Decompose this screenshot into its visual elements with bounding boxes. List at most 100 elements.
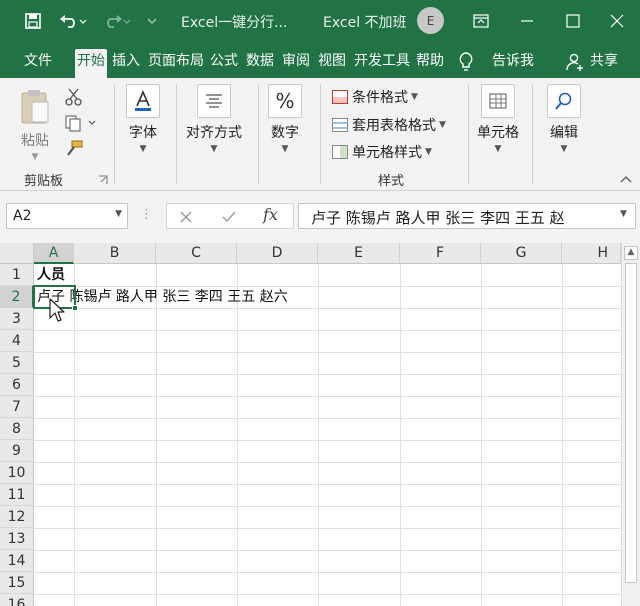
maximize-icon[interactable] <box>558 8 588 34</box>
scroll-thumb[interactable] <box>625 263 637 583</box>
clipboard-icon <box>21 90 49 124</box>
gridline <box>237 264 238 606</box>
scroll-up-icon[interactable]: ▲ <box>624 246 638 260</box>
format-painter-icon[interactable] <box>64 140 84 162</box>
mouse-pointer-icon <box>49 298 65 322</box>
column-header-e[interactable]: E <box>318 243 400 264</box>
group-separator <box>258 84 259 184</box>
minimize-icon[interactable] <box>512 8 542 34</box>
format-as-table-button[interactable]: 套用表格格式 ▼ <box>332 115 446 135</box>
cells-button[interactable]: 单元格 ▼ <box>477 84 519 154</box>
gridline <box>562 264 563 606</box>
row-header-5[interactable]: 5 <box>0 352 34 374</box>
row-header-7[interactable]: 7 <box>0 396 34 418</box>
select-all-corner[interactable] <box>0 243 34 264</box>
save-icon[interactable] <box>22 9 44 33</box>
cell-styles-icon <box>332 145 348 159</box>
row-header-6[interactable]: 6 <box>0 374 34 396</box>
ribbon-display-icon[interactable] <box>466 8 496 34</box>
copy-icon[interactable] <box>64 114 96 136</box>
gridline <box>481 264 482 606</box>
formula-input[interactable]: 卢子 陈锡卢 路人甲 张三 李四 王五 赵 <box>298 203 636 229</box>
enter-icon[interactable] <box>221 210 237 224</box>
row-header-1[interactable]: 1 <box>0 264 34 286</box>
column-header-f[interactable]: F <box>400 243 481 264</box>
collapse-ribbon-icon[interactable] <box>620 174 632 189</box>
tab-help[interactable]: 帮助 <box>413 50 447 78</box>
font-label: 字体 <box>129 125 157 141</box>
tab-page-layout[interactable]: 页面布局 <box>145 50 207 78</box>
row-header-12[interactable]: 12 <box>0 506 34 528</box>
tab-formulas[interactable]: 公式 <box>208 50 240 78</box>
tab-home[interactable]: 开始 <box>75 49 107 78</box>
cell-styles-button[interactable]: 单元格样式 ▼ <box>332 142 432 162</box>
lightbulb-icon[interactable] <box>459 52 473 76</box>
search-icon <box>547 84 581 118</box>
row-header-10[interactable]: 10 <box>0 462 34 484</box>
close-icon[interactable] <box>602 8 632 34</box>
tab-file[interactable]: 文件 <box>18 50 58 78</box>
tab-developer[interactable]: 开发工具 <box>351 50 413 78</box>
gridline <box>34 528 621 529</box>
align-lines-icon <box>197 84 231 118</box>
row-header-9[interactable]: 9 <box>0 440 34 462</box>
tab-view[interactable]: 视图 <box>316 50 348 78</box>
editing-label: 编辑 <box>550 125 578 141</box>
gridline <box>34 352 621 353</box>
tab-review[interactable]: 审阅 <box>280 50 312 78</box>
share-person-icon[interactable] <box>566 53 584 75</box>
row-header-14[interactable]: 14 <box>0 550 34 572</box>
row-header-8[interactable]: 8 <box>0 418 34 440</box>
column-header-g[interactable]: G <box>481 243 562 264</box>
column-header-a[interactable]: A <box>34 243 74 264</box>
styles-group-label: 样式 <box>378 174 405 189</box>
tell-me-search[interactable]: 告诉我 <box>488 50 538 78</box>
group-separator <box>532 84 533 184</box>
name-box-value: A2 <box>13 208 32 224</box>
tab-data[interactable]: 数据 <box>244 50 276 78</box>
undo-icon[interactable] <box>56 9 90 33</box>
editing-button[interactable]: 编辑 ▼ <box>547 84 581 154</box>
gridline <box>34 572 621 573</box>
row-header-16[interactable]: 16 <box>0 594 34 606</box>
row-header-15[interactable]: 15 <box>0 572 34 594</box>
row-header-2[interactable]: 2 <box>0 286 34 308</box>
column-header-c[interactable]: C <box>156 243 237 264</box>
formula-bar: A2 ▼ ⋮ fx 卢子 陈锡卢 路人甲 张三 李四 王五 赵 ▼ <box>0 191 640 243</box>
avatar[interactable]: E <box>417 7 444 34</box>
clipboard-group-label: 剪贴板 <box>24 174 64 189</box>
name-box[interactable]: A2 ▼ <box>6 203 128 229</box>
dialog-launcher-icon[interactable] <box>98 174 108 189</box>
column-header-d[interactable]: D <box>237 243 318 264</box>
chevron-down-icon[interactable]: ▼ <box>115 209 122 219</box>
chevron-down-icon: ▼ <box>425 147 432 157</box>
row-header-13[interactable]: 13 <box>0 528 34 550</box>
expand-formula-icon[interactable]: ▼ <box>620 209 627 219</box>
row-header-4[interactable]: 4 <box>0 330 34 352</box>
fill-handle[interactable] <box>72 305 78 311</box>
group-separator <box>176 84 177 184</box>
column-header-b[interactable]: B <box>74 243 156 264</box>
cancel-icon[interactable] <box>179 210 193 224</box>
vertical-scrollbar[interactable]: ▲ <box>621 243 640 606</box>
redo-icon[interactable] <box>100 9 134 33</box>
number-button[interactable]: % 数字 ▼ <box>268 84 302 154</box>
paste-button[interactable]: 粘贴 ▼ <box>18 88 52 162</box>
spreadsheet-grid[interactable]: A B C D E F G H 1 2 3 4 5 6 7 8 9 10 11 … <box>0 243 640 606</box>
chevron-down-icon[interactable] <box>143 9 161 33</box>
row-header-11[interactable]: 11 <box>0 484 34 506</box>
insert-function-icon[interactable]: fx <box>263 205 278 224</box>
more-options-icon[interactable]: ⋮ <box>140 207 153 222</box>
gridline <box>34 594 621 595</box>
alignment-button[interactable]: 对齐方式 ▼ <box>186 84 242 154</box>
cut-icon[interactable] <box>64 88 84 110</box>
gridline <box>34 396 621 397</box>
tab-insert[interactable]: 插入 <box>110 50 142 78</box>
cell-a1[interactable]: 人员 <box>37 264 65 286</box>
row-header-3[interactable]: 3 <box>0 308 34 330</box>
column-header-h[interactable]: H <box>562 243 621 264</box>
conditional-formatting-button[interactable]: 条件格式 ▼ <box>332 87 418 107</box>
gridline <box>34 484 621 485</box>
share-button[interactable]: 共享 <box>586 50 622 78</box>
font-button[interactable]: 字体 ▼ <box>126 84 160 154</box>
